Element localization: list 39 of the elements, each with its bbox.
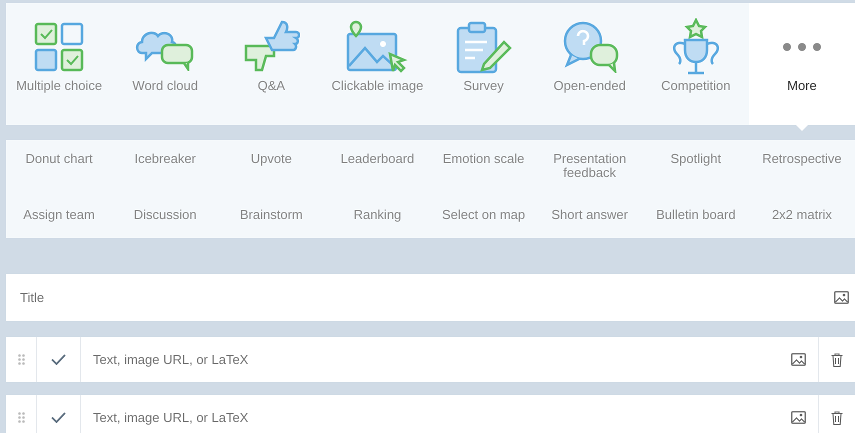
question-type-item[interactable]: Emotion scale [430,140,537,166]
question-type-item[interactable]: Discussion [112,196,218,222]
question-type-item[interactable]: Brainstorm [218,196,324,222]
drag-handle-icon[interactable] [18,354,24,365]
trash-icon[interactable] [831,410,843,424]
question-type-tab[interactable]: Survey [430,3,537,125]
question-type-tab[interactable]: Word cloud [112,3,218,125]
check-icon[interactable] [51,354,66,365]
question-type-item[interactable]: Retrospective [748,140,855,166]
question-type-tab[interactable]: Competition [642,3,749,125]
title-field[interactable]: Title [6,274,855,321]
question-type-item[interactable]: Spotlight [642,140,749,166]
question-type-item[interactable]: Assign team [6,196,112,222]
more-icon [782,42,822,52]
question-type-item[interactable]: Leaderboard [324,140,430,166]
clipboard-pencil-icon [456,20,512,74]
question-type-tab[interactable]: Clickable image [324,3,430,125]
question-type-tab[interactable]: Multiple choice [6,3,112,125]
question-type-item[interactable]: Short answer [536,196,643,222]
checkbox-grid-icon [34,22,84,72]
question-type-item[interactable]: 2x2 matrix [748,196,855,222]
question-type-item[interactable]: Select on map [430,196,537,222]
question-type-tab[interactable]: Q&A [218,3,324,125]
title-input[interactable]: Title [18,289,834,306]
drag-handle-icon[interactable] [18,412,24,423]
question-type-item[interactable]: Bulletin board [642,196,749,222]
trash-icon[interactable] [831,352,843,366]
check-icon[interactable] [51,412,66,423]
question-type-item[interactable]: Icebreaker [112,140,218,166]
question-type-item[interactable]: Donut chart [6,140,112,166]
image-icon[interactable] [834,291,849,304]
question-type-item[interactable]: Upvote [218,140,324,166]
image-icon[interactable] [791,353,806,366]
thumbs-icon [242,20,300,74]
question-type-item[interactable]: Ranking [324,196,430,222]
question-type-item[interactable]: Presentation feedback [536,140,643,180]
question-type-tab[interactable]: Open-ended [536,3,643,125]
image-icon[interactable] [791,411,806,424]
picture-cursor-icon [346,20,408,74]
